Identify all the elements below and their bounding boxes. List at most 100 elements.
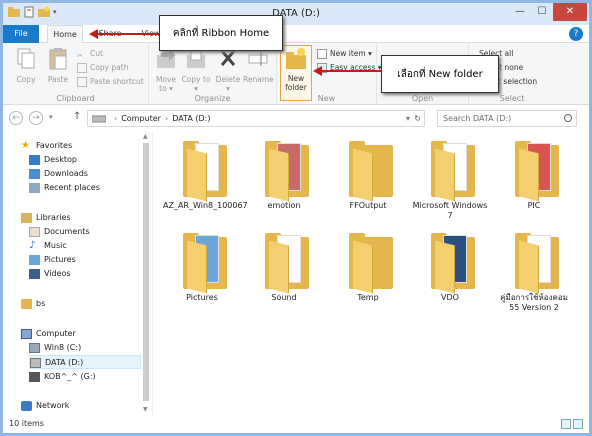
delete-label: Delete ▾ (215, 75, 241, 93)
navigation-pane: ★ Favorites Desktop Downloads Recent plac… (3, 131, 153, 415)
new-folder-label: New folder (285, 74, 307, 92)
desktop-icon (29, 154, 40, 165)
forward-button[interactable]: → (29, 111, 43, 125)
folder-label: AZ_AR_Win8_100067 (163, 201, 248, 210)
copy-path-icon (77, 63, 87, 73)
new-group-label: New (317, 94, 336, 103)
libraries-icon (21, 212, 32, 223)
scroll-up-icon[interactable]: ▲ (143, 133, 148, 140)
new-folder-icon (286, 48, 306, 69)
paste-shortcut-button[interactable]: Paste shortcut (77, 75, 144, 88)
tab-file[interactable]: File (3, 25, 39, 43)
cut-label: Cut (90, 49, 103, 58)
paste-button[interactable]: Paste (43, 47, 73, 84)
folder-item[interactable]: Pictures (163, 229, 241, 303)
paste-label: Paste (47, 75, 69, 84)
rename-label: Rename (243, 75, 274, 84)
large-icons-view-icon[interactable] (573, 419, 583, 429)
status-bar: 10 items (3, 415, 589, 433)
organize-group: Move to ▾ Copy to ▾ Delete ▾ Rename Orga… (149, 43, 277, 105)
folder-item[interactable]: คู่มือการใช้ห้องคอม 55 Version 2 (495, 229, 573, 313)
maximize-button[interactable]: ☐ (531, 3, 553, 21)
up-button[interactable]: ↑ (73, 111, 81, 122)
nav-computer[interactable]: Computer (21, 327, 161, 341)
nav-favorites-label: Favorites (36, 141, 73, 150)
folder-item[interactable]: emotion (245, 137, 323, 211)
easy-access-button[interactable]: Easy access ▾ (317, 61, 382, 74)
folder-label: Pictures (186, 293, 218, 302)
nav-bs[interactable]: bs (21, 297, 161, 311)
copy-path-button[interactable]: Copy path (77, 61, 128, 74)
item-count: 10 items (9, 419, 44, 428)
nav-videos-label: Videos (44, 269, 71, 278)
nav-scrollbar[interactable]: ▲ ▼ (141, 133, 151, 413)
network-icon (21, 400, 32, 411)
explorer-window: ▾ DATA (D:) — ☐ ✕ File Home Share View ?… (0, 0, 592, 436)
scroll-thumb[interactable] (143, 143, 149, 401)
minimize-button[interactable]: — (509, 3, 531, 21)
copy-icon (17, 48, 35, 69)
folder-item[interactable]: Sound (245, 229, 323, 303)
file-list: AZ_AR_Win8_100067 emotion FFOutput Micro… (155, 131, 589, 415)
search-placeholder: Search DATA (D:) (443, 114, 512, 123)
address-bar[interactable]: › Computer › DATA (D:) ▾ ↻ (87, 110, 425, 127)
folder-icon (341, 229, 395, 294)
nav-libraries-label: Libraries (36, 213, 71, 222)
help-button[interactable]: ? (569, 27, 583, 41)
move-to-label: Move to ▾ (155, 75, 177, 93)
view-toggle (561, 419, 583, 429)
window-title: DATA (D:) (272, 8, 320, 19)
nav-data-drive-label: DATA (D:) (45, 358, 84, 367)
nav-kob-drive-label: KOB^_^ (G:) (44, 372, 96, 381)
breadcrumb-computer[interactable]: Computer (121, 114, 161, 123)
new-folder-button[interactable]: New folder (280, 45, 312, 101)
move-to-button[interactable]: Move to ▾ (151, 47, 181, 93)
new-item-label: New item ▾ (330, 49, 372, 58)
nav-favorites[interactable]: ★ Favorites (21, 139, 161, 153)
tab-home[interactable]: Home (47, 25, 83, 43)
breadcrumb-data-drive[interactable]: DATA (D:) (172, 114, 210, 123)
windows-drive-icon (29, 342, 40, 353)
open-group-label: Open (411, 94, 434, 103)
delete-button[interactable]: Delete ▾ (213, 47, 243, 93)
clipboard-group: Copy Paste ✂ Cut Copy path Paste shortcut… (3, 43, 149, 105)
documents-icon (29, 226, 40, 237)
new-item-button[interactable]: New item ▾ (317, 47, 372, 60)
copy-button[interactable]: Copy (11, 47, 41, 84)
close-button[interactable]: ✕ (553, 3, 587, 21)
back-button[interactable]: ← (9, 111, 23, 125)
scroll-down-icon[interactable]: ▼ (143, 406, 148, 413)
cut-button[interactable]: ✂ Cut (77, 47, 103, 60)
folder-item[interactable]: AZ_AR_Win8_100067 (163, 137, 248, 211)
recent-locations-icon[interactable]: ▾ (49, 113, 53, 121)
title-bar: ▾ DATA (D:) — ☐ ✕ (3, 3, 589, 25)
folder-label: emotion (267, 201, 301, 210)
user-folder-icon (21, 298, 32, 309)
folder-label: VDO (441, 293, 459, 302)
folder-item[interactable]: Microsoft Windows 7 (411, 137, 489, 221)
details-view-icon[interactable] (561, 419, 571, 429)
search-input[interactable]: Search DATA (D:) (437, 110, 577, 127)
recent-places-icon (29, 182, 40, 193)
nav-libraries[interactable]: Libraries (21, 211, 161, 225)
address-dropdown-icon[interactable]: ▾ (406, 111, 410, 126)
downloads-icon (29, 168, 40, 179)
refresh-icon[interactable]: ↻ (414, 111, 421, 126)
nav-data-drive[interactable]: DATA (D:) (29, 355, 141, 369)
folder-item[interactable]: Temp (329, 229, 407, 303)
drive-icon (92, 115, 106, 123)
nav-computer-label: Computer (36, 329, 76, 338)
video-folder-icon (423, 229, 477, 294)
rename-button[interactable]: Rename (243, 47, 274, 84)
nav-network[interactable]: Network (21, 399, 161, 413)
folder-item[interactable]: PIC (495, 137, 573, 211)
nav-downloads-label: Downloads (44, 169, 88, 178)
nav-pictures-label: Pictures (44, 255, 76, 264)
copy-to-button[interactable]: Copy to ▾ (181, 47, 211, 93)
paste-shortcut-label: Paste shortcut (90, 77, 144, 86)
select-group-label: Select (499, 94, 525, 103)
organize-group-label: Organize (194, 94, 231, 103)
folder-item[interactable]: VDO (411, 229, 489, 303)
star-icon: ★ (21, 139, 30, 151)
folder-item[interactable]: FFOutput (329, 137, 407, 211)
